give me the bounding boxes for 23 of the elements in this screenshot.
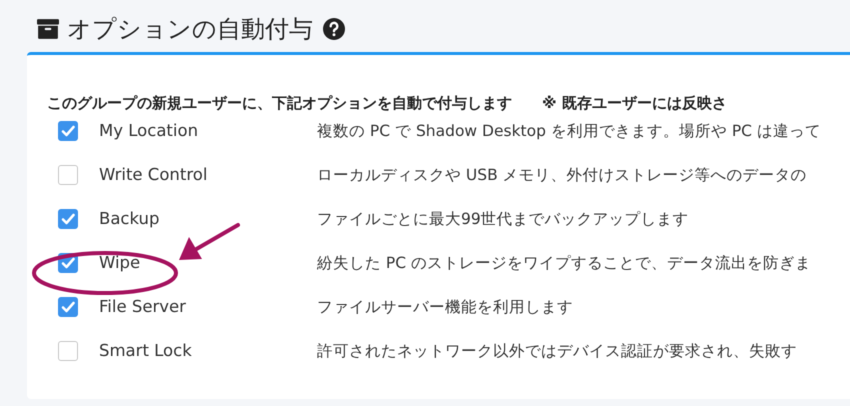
option-description: ファイルごとに最大99世代までバックアップします: [317, 209, 690, 229]
checkbox[interactable]: [58, 341, 78, 361]
option-label[interactable]: File Server: [99, 297, 296, 317]
option-label[interactable]: Smart Lock: [99, 341, 296, 361]
option-label[interactable]: My Location: [99, 121, 296, 141]
option-description: 許可されたネットワーク以外ではデバイス認証が要求され、失敗す: [317, 341, 798, 361]
archive-box-icon: [37, 19, 59, 39]
checkbox[interactable]: [58, 209, 78, 229]
option-label[interactable]: Write Control: [99, 165, 296, 185]
checkbox[interactable]: [58, 121, 78, 141]
option-description: 紛失した PC のストレージをワイプすることで、データ流出を防ぎま: [317, 253, 812, 273]
note-text: ※ 既存ユーザーには反映さ: [542, 94, 727, 112]
option-description: ローカルディスクや USB メモリ、外付けストレージ等へのデータの: [317, 165, 808, 185]
help-icon[interactable]: [323, 18, 345, 40]
option-description: 複数の PC で Shadow Desktop を利用できます。場所や PC は違って: [317, 121, 822, 141]
option-label[interactable]: Wipe: [99, 253, 296, 273]
intro-text: このグループの新規ユーザーに、下記オプションを自動で付与します: [47, 94, 512, 112]
page-title: オプションの自動付与: [67, 14, 313, 45]
pointer-arrow: [179, 223, 240, 260]
checkbox[interactable]: [58, 165, 78, 185]
option-label[interactable]: Backup: [99, 209, 296, 229]
option-description: ファイルサーバー機能を利用します: [317, 297, 574, 317]
checkbox[interactable]: [58, 297, 78, 317]
